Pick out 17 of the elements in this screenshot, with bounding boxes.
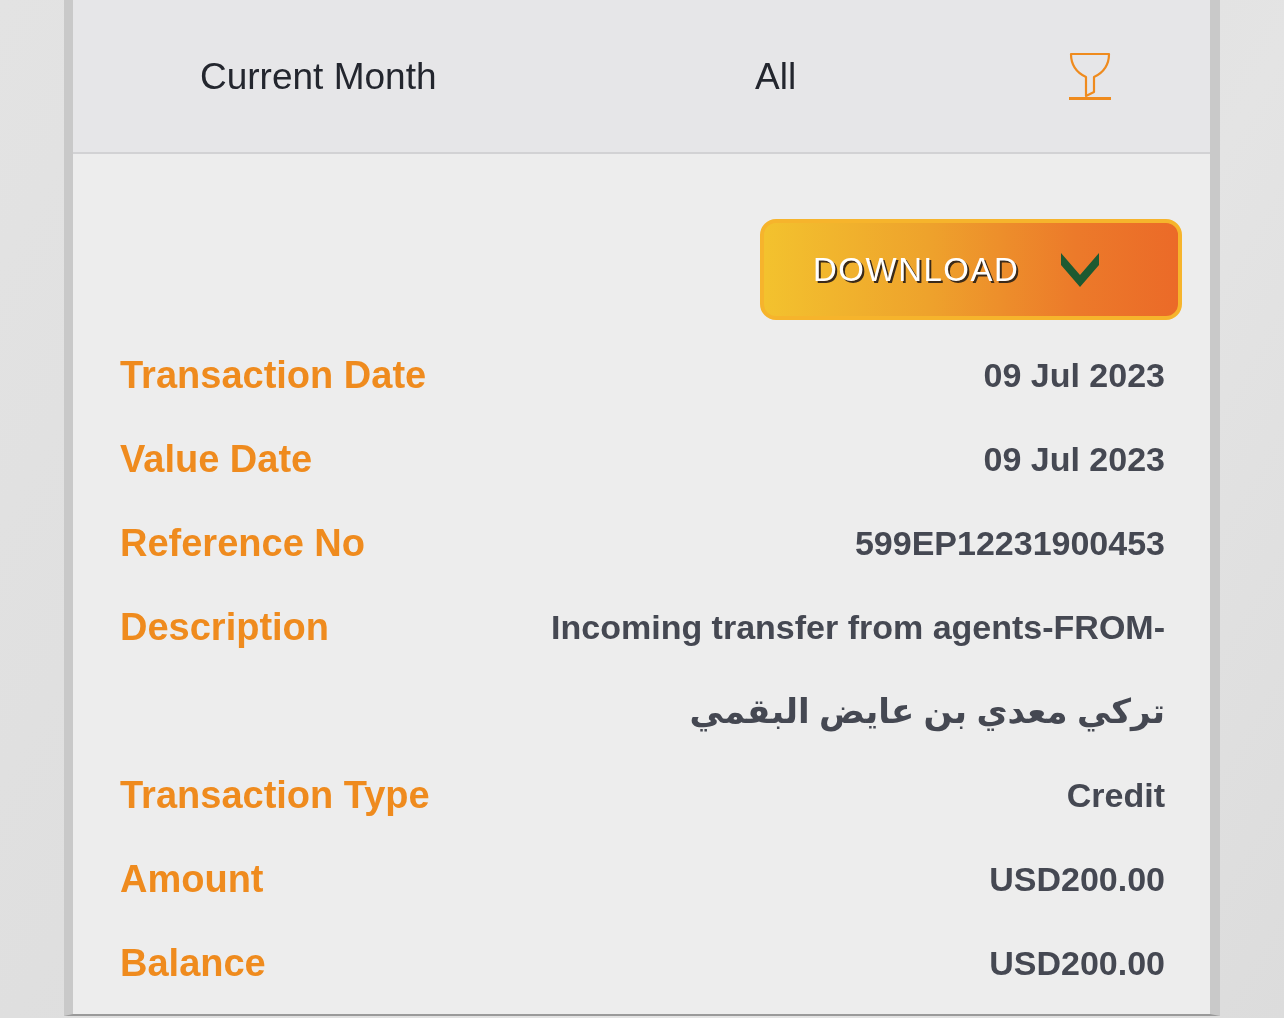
- field-label: Description: [120, 605, 330, 650]
- filter-icon[interactable]: [1068, 50, 1112, 100]
- field-label: Value Date: [120, 437, 313, 482]
- field-label: Reference No: [120, 521, 365, 566]
- field-value: Credit: [1066, 775, 1165, 816]
- field-label: Amount: [120, 857, 264, 902]
- field-value: 09 Jul 2023: [983, 355, 1165, 396]
- chevron-down-icon: [1061, 252, 1100, 287]
- field-value: USD200.00: [989, 943, 1165, 984]
- field-value: 599EP12231900453: [854, 523, 1165, 564]
- field-label: Transaction Date: [120, 353, 427, 398]
- field-label: Balance: [120, 941, 266, 986]
- field-label: Transaction Type: [120, 773, 430, 818]
- field-value: 09 Jul 2023: [983, 439, 1165, 480]
- type-filter[interactable]: All: [755, 54, 797, 98]
- period-filter[interactable]: Current Month: [200, 54, 437, 98]
- field-value: USD200.00: [989, 859, 1165, 900]
